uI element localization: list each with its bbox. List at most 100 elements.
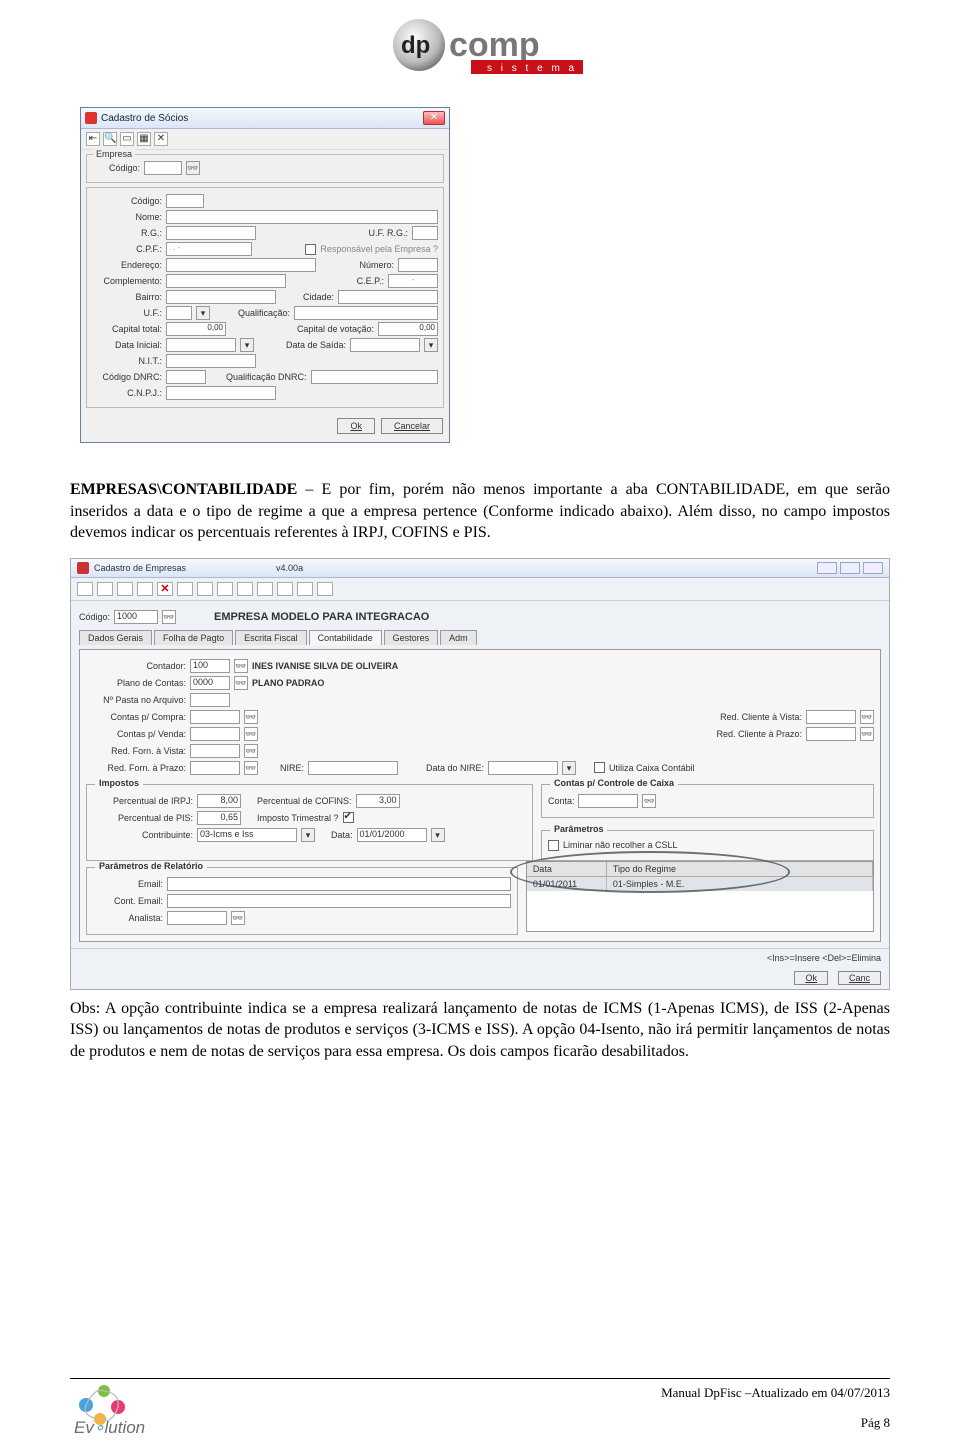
rg-input[interactable] xyxy=(166,226,256,240)
tb-icon[interactable] xyxy=(297,582,313,596)
tb-icon[interactable] xyxy=(137,582,153,596)
analista-input[interactable] xyxy=(167,911,227,925)
cancel-button[interactable]: Canc xyxy=(838,971,881,985)
tb-icon[interactable] xyxy=(257,582,273,596)
datainicial-dropdown-icon[interactable]: ▾ xyxy=(240,338,254,352)
chevron-down-icon[interactable]: ▾ xyxy=(301,828,315,842)
email-input[interactable] xyxy=(167,877,511,891)
binocular-icon[interactable]: 👓 xyxy=(234,659,248,673)
liminar-checkbox[interactable] xyxy=(548,840,559,851)
tb-icon[interactable] xyxy=(217,582,233,596)
datanire-input[interactable] xyxy=(488,761,558,775)
contemail-input[interactable] xyxy=(167,894,511,908)
close-icon[interactable]: ✕ xyxy=(423,111,445,125)
contador-input[interactable]: 100 xyxy=(190,659,230,673)
codigodnrc-input[interactable] xyxy=(166,370,206,384)
binocular-icon[interactable]: 👓 xyxy=(231,911,245,925)
responsavel-checkbox[interactable] xyxy=(305,244,316,255)
binocular-icon[interactable]: 👓 xyxy=(162,610,176,624)
tb-icon[interactable] xyxy=(277,582,293,596)
contas-compra-input[interactable] xyxy=(190,710,240,724)
binocular-icon[interactable]: 👓 xyxy=(244,744,258,758)
tb-icon[interactable] xyxy=(77,582,93,596)
tool-first-icon[interactable]: ⇤ xyxy=(86,132,100,146)
numero-input[interactable] xyxy=(398,258,438,272)
close-icon[interactable] xyxy=(863,562,883,574)
plano-input[interactable]: 0000 xyxy=(190,676,230,690)
tab-contabilidade[interactable]: Contabilidade xyxy=(309,630,382,645)
binocular-icon[interactable]: 👓 xyxy=(860,727,874,741)
minimize-icon[interactable] xyxy=(817,562,837,574)
contribuinte-label: Contribuinte: xyxy=(93,830,193,840)
codigo-input[interactable]: 1000 xyxy=(114,610,158,624)
tab-dados-gerais[interactable]: Dados Gerais xyxy=(79,630,152,645)
capvot-input[interactable]: 0,00 xyxy=(378,322,438,336)
cep-input[interactable]: - xyxy=(388,274,438,288)
imptrim-label: Imposto Trimestral ? xyxy=(257,813,339,823)
tool-search-icon[interactable]: 🔍 xyxy=(103,132,117,146)
contas-venda-input[interactable] xyxy=(190,727,240,741)
tab-adm[interactable]: Adm xyxy=(440,630,477,645)
qualificacao-input[interactable] xyxy=(294,306,438,320)
regime-grid[interactable]: Data Tipo do Regime 01/01/2011 01-Simple… xyxy=(526,861,874,932)
ok-button[interactable]: Ok xyxy=(794,971,828,985)
qualifdnrc-input[interactable] xyxy=(311,370,438,384)
tb-icon[interactable] xyxy=(97,582,113,596)
tool-grid-icon[interactable]: ▦ xyxy=(137,132,151,146)
endereco-input[interactable] xyxy=(166,258,316,272)
pis-input[interactable]: 0,65 xyxy=(197,811,241,825)
tool-view-icon[interactable]: ▭ xyxy=(120,132,134,146)
binocular-icon[interactable]: 👓 xyxy=(860,710,874,724)
cidade-input[interactable] xyxy=(338,290,438,304)
cofins-input[interactable]: 3,00 xyxy=(356,794,400,808)
cnpj-input[interactable] xyxy=(166,386,276,400)
binocular-icon[interactable]: 👓 xyxy=(244,727,258,741)
tab-gestores[interactable]: Gestores xyxy=(384,630,439,645)
ok-button[interactable]: Ok xyxy=(337,418,375,434)
tb-delete-icon[interactable]: ✕ xyxy=(157,582,173,596)
pasta-input[interactable] xyxy=(190,693,230,707)
binocular-icon[interactable]: 👓 xyxy=(234,676,248,690)
tb-icon[interactable] xyxy=(317,582,333,596)
datasaida-input[interactable] xyxy=(350,338,420,352)
complemento-input[interactable] xyxy=(166,274,286,288)
conta-input[interactable] xyxy=(578,794,638,808)
cancel-button[interactable]: Cancelar xyxy=(381,418,443,434)
nit-input[interactable] xyxy=(166,354,256,368)
binocular-icon[interactable]: 👓 xyxy=(642,794,656,808)
tb-icon[interactable] xyxy=(237,582,253,596)
bairro-input[interactable] xyxy=(166,290,276,304)
uf-input[interactable] xyxy=(166,306,192,320)
red-cli-vista-input[interactable] xyxy=(806,710,856,724)
red-cli-prazo-input[interactable] xyxy=(806,727,856,741)
contribuinte-select[interactable]: 03-Icms e Iss xyxy=(197,828,297,842)
binocular-icon[interactable]: 👓 xyxy=(244,761,258,775)
ufrg-input[interactable] xyxy=(412,226,438,240)
red-forn-vista-input[interactable] xyxy=(190,744,240,758)
uf-dropdown-icon[interactable]: ▾ xyxy=(196,306,210,320)
red-forn-prazo-input[interactable] xyxy=(190,761,240,775)
cpf-input[interactable]: . . - xyxy=(166,242,252,256)
tb-icon[interactable] xyxy=(197,582,213,596)
chevron-down-icon[interactable]: ▾ xyxy=(562,761,576,775)
captotal-input[interactable]: 0,00 xyxy=(166,322,226,336)
chevron-down-icon[interactable]: ▾ xyxy=(431,828,445,842)
irpj-input[interactable]: 8,00 xyxy=(197,794,241,808)
data-input[interactable]: 01/01/2000 xyxy=(357,828,427,842)
datasaida-dropdown-icon[interactable]: ▾ xyxy=(424,338,438,352)
tool-delete-icon[interactable]: ✕ xyxy=(154,132,168,146)
maximize-icon[interactable] xyxy=(840,562,860,574)
codigo-input[interactable] xyxy=(166,194,204,208)
nire-input[interactable] xyxy=(308,761,398,775)
tb-icon[interactable] xyxy=(177,582,193,596)
tab-escrita[interactable]: Escrita Fiscal xyxy=(235,630,307,645)
codigo-empresa-input[interactable] xyxy=(144,161,182,175)
nome-input[interactable] xyxy=(166,210,438,224)
datainicial-input[interactable] xyxy=(166,338,236,352)
caixa-checkbox[interactable] xyxy=(594,762,605,773)
binocular-icon[interactable]: 👓 xyxy=(244,710,258,724)
tab-folha[interactable]: Folha de Pagto xyxy=(154,630,233,645)
binocular-icon[interactable]: 👓 xyxy=(186,161,200,175)
tb-icon[interactable] xyxy=(117,582,133,596)
imptrim-checkbox[interactable] xyxy=(343,812,354,823)
